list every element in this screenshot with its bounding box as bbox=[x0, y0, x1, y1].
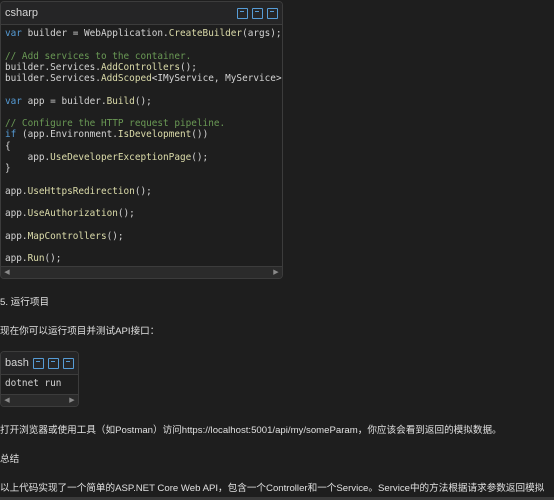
code-token: builder.Services. bbox=[5, 61, 101, 73]
code-token: CreateBuilder bbox=[168, 28, 243, 39]
code-token: (); bbox=[134, 185, 152, 197]
copy-icon[interactable] bbox=[33, 357, 44, 369]
code-line: dotnet run bbox=[5, 378, 74, 389]
code-token: (); bbox=[117, 208, 135, 219]
code-token: (); bbox=[44, 253, 62, 264]
expand-icon[interactable] bbox=[267, 7, 278, 19]
run-icon[interactable] bbox=[48, 357, 59, 369]
copy-icon[interactable] bbox=[237, 7, 248, 19]
code-token: dotnet run bbox=[5, 378, 62, 389]
code-block-header: csharp bbox=[1, 2, 282, 25]
code-token: app. bbox=[5, 185, 28, 197]
code-token: AddScoped bbox=[100, 73, 152, 84]
code-line: app.UseDeveloperExceptionPage(); bbox=[5, 152, 278, 163]
code-line: if (app.Environment.IsDevelopment()) bbox=[5, 129, 278, 140]
code-line: var app = builder.Build(); bbox=[5, 96, 278, 107]
code-token: app. bbox=[5, 151, 51, 163]
code-token: } bbox=[5, 163, 11, 174]
code-token: app. bbox=[5, 253, 28, 264]
code-token: (); bbox=[134, 95, 152, 107]
code-token: (args); bbox=[242, 28, 282, 39]
code-token: builder.Services. bbox=[5, 73, 101, 84]
code-token: app = builder. bbox=[21, 95, 107, 107]
horizontal-scrollbar[interactable]: ◀ ▶ bbox=[1, 266, 282, 278]
code-line: var builder = WebApplication.CreateBuild… bbox=[5, 28, 282, 39]
code-content: var builder = WebApplication.CreateBuild… bbox=[1, 25, 282, 267]
code-token: (); bbox=[106, 230, 124, 242]
code-token: Build bbox=[106, 95, 135, 107]
code-language-label: csharp bbox=[5, 7, 39, 19]
code-token: Run bbox=[27, 253, 45, 264]
code-line: app.Run(); bbox=[5, 253, 278, 264]
code-token: AddControllers bbox=[100, 61, 180, 73]
scroll-right-arrow-icon[interactable]: ▶ bbox=[271, 268, 281, 277]
scroll-right-arrow-icon[interactable]: ▶ bbox=[67, 396, 77, 405]
scroll-left-arrow-icon[interactable]: ◀ bbox=[2, 396, 12, 405]
code-token: MapControllers bbox=[27, 230, 107, 242]
code-token: <IMyService, MyService>(); bbox=[151, 73, 282, 84]
bash-code-block: bash dotnet run ◀ ▶ bbox=[0, 351, 79, 407]
code-token: if bbox=[5, 129, 17, 141]
code-token: var bbox=[5, 28, 22, 39]
horizontal-scrollbar[interactable]: ◀ ▶ bbox=[1, 394, 78, 406]
code-line: builder.Services.AddScoped<IMyService, M… bbox=[5, 73, 282, 84]
code-line: // Configure the HTTP request pipeline. bbox=[5, 118, 278, 129]
scroll-left-arrow-icon[interactable]: ◀ bbox=[2, 268, 12, 277]
code-line: app.UseAuthorization(); bbox=[5, 208, 278, 219]
code-token: app. bbox=[5, 208, 28, 219]
code-token: (); bbox=[191, 151, 209, 163]
code-line: app.MapControllers(); bbox=[5, 231, 278, 242]
code-line: { bbox=[5, 141, 278, 152]
run-icon[interactable] bbox=[252, 7, 263, 19]
code-token: ()) bbox=[191, 129, 209, 141]
section-heading: 5. 运行项目 bbox=[0, 297, 50, 308]
code-token: { bbox=[5, 140, 11, 152]
code-token: UseAuthorization bbox=[27, 208, 118, 219]
code-line: builder.Services.AddControllers(); bbox=[5, 62, 278, 73]
code-token: (app.Environment. bbox=[16, 129, 118, 141]
intro-text: 现在你可以运行项目并测试API接口： bbox=[0, 326, 160, 337]
code-block-header: bash bbox=[1, 352, 78, 375]
instruction-text: 打开浏览器或使用工具（如Postman）访问https://localhost:… bbox=[0, 425, 502, 436]
code-content: dotnet run bbox=[1, 375, 78, 392]
csharp-code-block: csharp var builder = WebApplication.Crea… bbox=[0, 1, 283, 279]
code-token: var bbox=[5, 95, 22, 107]
code-line: app.UseHttpsRedirection(); bbox=[5, 186, 278, 197]
code-line: } bbox=[5, 163, 278, 174]
summary-text: 以上代码实现了一个简单的ASP.NET Core Web API，包含一个Con… bbox=[0, 483, 545, 494]
code-token: IsDevelopment bbox=[117, 129, 192, 141]
code-token: app. bbox=[5, 230, 28, 242]
expand-icon[interactable] bbox=[63, 357, 74, 369]
summary-heading: 总结 bbox=[0, 454, 20, 465]
code-token: (); bbox=[179, 61, 197, 73]
code-token: UseDeveloperExceptionPage bbox=[50, 151, 192, 163]
code-line: // Add services to the container. bbox=[5, 51, 278, 62]
code-token: builder = WebApplication. bbox=[21, 28, 169, 39]
code-token: // Configure the HTTP request pipeline. bbox=[5, 118, 226, 129]
code-token: UseHttpsRedirection bbox=[27, 185, 135, 197]
code-token: // Add services to the container. bbox=[5, 50, 192, 62]
code-language-label: bash bbox=[5, 357, 29, 369]
